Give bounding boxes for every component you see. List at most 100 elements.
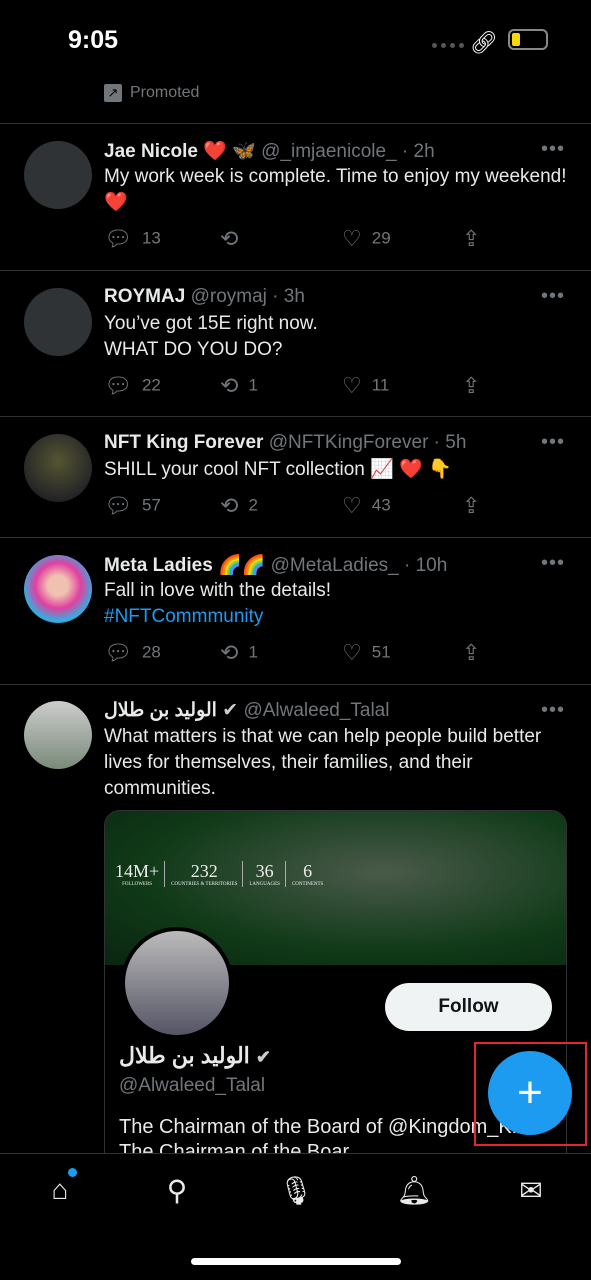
highlight-box xyxy=(474,1042,587,1146)
tweet-text: What matters is that we can help people … xyxy=(104,726,542,799)
retweet-button[interactable]: ⟲ xyxy=(220,226,248,252)
card-avatar[interactable] xyxy=(121,927,233,1039)
avatar[interactable] xyxy=(24,141,92,209)
retweet-button[interactable]: ⟲ 1 xyxy=(220,373,258,399)
heart-icon: ♡ xyxy=(342,640,362,665)
follow-button[interactable]: Follow xyxy=(385,983,552,1031)
search-icon[interactable]: ⚲ xyxy=(157,1174,197,1207)
retweet-button[interactable]: ⟲ 2 xyxy=(220,493,258,519)
author-name[interactable]: ROYMAJ xyxy=(104,286,185,307)
retweet-count: 1 xyxy=(248,375,258,395)
tweet-text: My work week is complete. Time to enjoy … xyxy=(104,166,567,213)
heart-icon: ♡ xyxy=(342,373,362,398)
tweet[interactable]: Jae Nicole ❤️ 🦋 @_imjaenicole_ · 2h ••• … xyxy=(0,123,591,270)
notification-dot xyxy=(68,1168,77,1177)
stat-label: LANGUAGES xyxy=(249,882,280,887)
status-time: 9:05 xyxy=(68,26,119,54)
reply-button[interactable]: 💬︎ 22 xyxy=(104,373,161,399)
stat-value: 14M+ xyxy=(115,861,160,881)
like-button[interactable]: ♡ 29 xyxy=(342,226,391,252)
author-handle: @Alwaleed_Talal xyxy=(243,700,390,721)
reply-button[interactable]: 💬︎ 57 xyxy=(104,493,161,519)
author-name[interactable]: NFT King Forever xyxy=(104,432,263,453)
avatar[interactable] xyxy=(24,434,92,502)
reply-icon: 💬︎ xyxy=(104,493,132,518)
signal-icon xyxy=(432,43,464,48)
share-icon: ⇪ xyxy=(462,226,481,251)
like-button[interactable]: ♡ 51 xyxy=(342,640,391,666)
share-icon: ⇪ xyxy=(462,373,481,398)
stat-label: COUNTRIES & TERRITORIES xyxy=(171,882,238,887)
messages-icon[interactable]: ✉ xyxy=(511,1174,551,1207)
reply-count: 13 xyxy=(141,228,161,248)
home-icon[interactable]: ⌂ xyxy=(40,1174,80,1206)
avatar[interactable] xyxy=(24,555,92,623)
more-icon[interactable]: ••• xyxy=(541,431,565,454)
author-name[interactable]: الوليد بن طلال xyxy=(104,700,217,721)
card-handle: @Alwaleed_Talal xyxy=(119,1075,266,1096)
avatar[interactable] xyxy=(24,701,92,769)
retweet-count: 2 xyxy=(248,495,258,515)
verified-icon: ✔ xyxy=(222,700,239,721)
promoted-label: ↗ Promoted xyxy=(104,84,199,102)
share-button[interactable]: ⇪ xyxy=(462,640,490,666)
retweet-icon: ⟲ xyxy=(220,226,239,251)
tweet-text: SHILL your cool NFT collection 📈 ❤️ 👇 xyxy=(104,459,452,480)
author-handle: @NFTKingForever · 5h xyxy=(268,432,467,453)
like-count: 43 xyxy=(371,495,391,515)
promoted-text: Promoted xyxy=(130,84,200,101)
like-count: 29 xyxy=(371,228,391,248)
share-button[interactable]: ⇪ xyxy=(462,373,490,399)
hashtag-link[interactable]: #NFTCommmunity xyxy=(104,604,574,630)
more-icon[interactable]: ••• xyxy=(541,138,565,161)
author-name[interactable]: Jae Nicole ❤️ 🦋 xyxy=(104,141,256,162)
reply-icon: 💬︎ xyxy=(104,640,132,665)
tweet[interactable]: NFT King Forever @NFTKingForever · 5h ••… xyxy=(0,416,591,537)
share-button[interactable]: ⇪ xyxy=(462,226,490,252)
author-handle: @roymaj · 3h xyxy=(190,286,305,307)
tweet-text: Fall in love with the details! xyxy=(104,580,332,601)
author-handle: @_imjaenicole_ · 2h xyxy=(261,141,435,162)
like-button[interactable]: ♡ 11 xyxy=(342,373,389,399)
notifications-icon[interactable]: 🔔︎ xyxy=(394,1174,434,1207)
retweet-count: 1 xyxy=(248,642,258,662)
retweet-icon: ⟲ xyxy=(220,373,239,398)
reply-button[interactable]: 💬︎ 28 xyxy=(104,640,161,666)
avatar[interactable] xyxy=(24,288,92,356)
reply-count: 57 xyxy=(141,495,161,515)
tweet[interactable]: Meta Ladies 🌈🌈 @MetaLadies_ · 10h ••• Fa… xyxy=(0,537,591,684)
card-name: الوليد بن طلال xyxy=(119,1043,250,1068)
verified-icon: ✔ xyxy=(255,1047,272,1067)
retweet-icon: ⟲ xyxy=(220,493,239,518)
author-name[interactable]: Meta Ladies 🌈🌈 xyxy=(104,555,265,576)
reply-icon: 💬︎ xyxy=(104,226,132,251)
author-handle: @MetaLadies_ · 10h xyxy=(270,555,448,576)
stat-value: 6 xyxy=(303,861,313,881)
reply-icon: 💬︎ xyxy=(104,373,132,398)
stat-value: 232 xyxy=(190,861,218,881)
more-icon[interactable]: ••• xyxy=(541,552,565,575)
more-icon[interactable]: ••• xyxy=(541,699,565,722)
retweet-button[interactable]: ⟲ 1 xyxy=(220,640,258,666)
share-icon: ⇪ xyxy=(462,640,481,665)
heart-icon: ♡ xyxy=(342,493,362,518)
like-button[interactable]: ♡ 43 xyxy=(342,493,391,519)
home-indicator[interactable] xyxy=(191,1258,401,1265)
tweet[interactable]: ROYMAJ @roymaj · 3h ••• You’ve got 15E r… xyxy=(0,270,591,416)
tweet-text: You’ve got 15E right now. WHAT DO YOU DO… xyxy=(104,313,318,360)
battery-icon xyxy=(508,29,548,50)
stat-label: CONTINENTS xyxy=(291,882,324,887)
like-count: 11 xyxy=(371,375,390,395)
reply-count: 22 xyxy=(141,375,161,395)
reply-button[interactable]: 💬︎ 13 xyxy=(104,226,161,252)
share-icon: ⇪ xyxy=(462,493,481,518)
spaces-icon[interactable]: 🎙︎ xyxy=(276,1174,316,1207)
more-icon[interactable]: ••• xyxy=(541,285,565,308)
stat-value: 36 xyxy=(255,861,274,881)
heart-icon: ♡ xyxy=(342,226,362,251)
stat-label: FOLLOWERS xyxy=(122,882,153,887)
link-icon: 🔗︎ xyxy=(470,30,498,55)
retweet-icon: ⟲ xyxy=(220,640,239,665)
reply-count: 28 xyxy=(141,642,161,662)
share-button[interactable]: ⇪ xyxy=(462,493,490,519)
